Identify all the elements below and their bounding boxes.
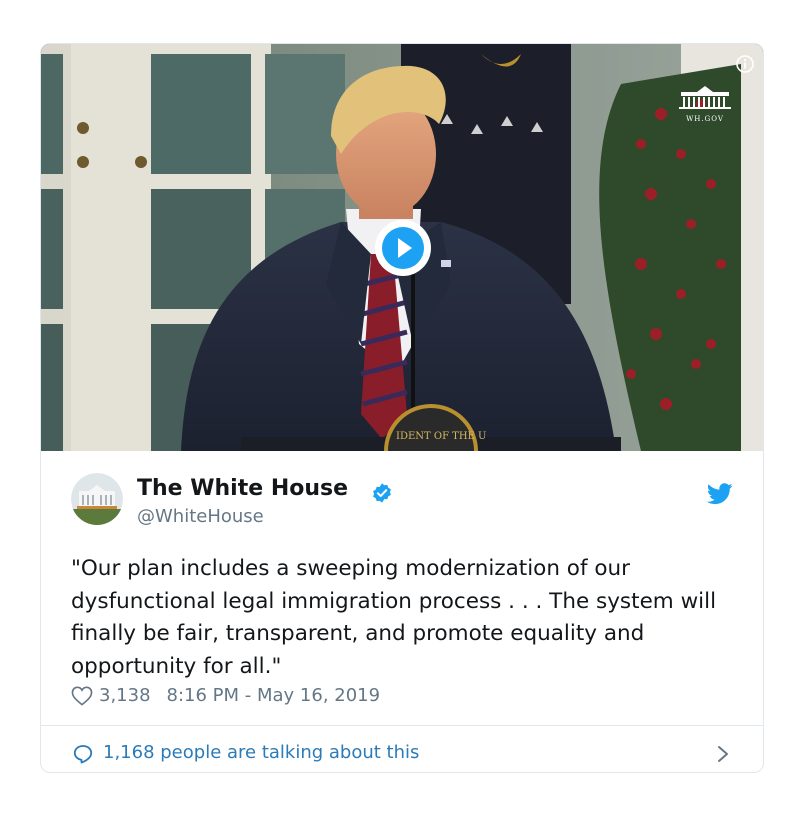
avatar[interactable]: [71, 473, 123, 525]
tweet-text: "Our plan includes a sweeping modernizat…: [71, 556, 717, 679]
chevron-right-icon: [718, 746, 728, 762]
wh-gov-logo-text: WH.GOV: [686, 115, 724, 123]
wh-gov-logo: WH.GOV: [677, 84, 733, 124]
talking-about-label: 1,168 people are talking about this: [103, 742, 420, 763]
verified-badge-icon: [373, 483, 391, 503]
info-icon[interactable]: [735, 54, 755, 74]
play-icon[interactable]: [373, 218, 433, 278]
author-name[interactable]: The White House: [137, 476, 348, 501]
conversation-link[interactable]: 1,168 people are talking about this: [41, 726, 763, 772]
timestamp[interactable]: 8:16 PM - May 16, 2019: [167, 685, 381, 706]
twitter-bird-icon[interactable]: [707, 483, 733, 505]
tweet-meta: 3,138 8:16 PM - May 16, 2019: [71, 685, 380, 706]
podium-seal-text: IDENT OF THE U: [396, 431, 486, 442]
embedded-tweet-card[interactable]: IDENT OF THE U WH.GOV The White House @W…: [40, 43, 764, 773]
white-house-logo-icon: [679, 86, 731, 109]
heart-icon[interactable]: [71, 686, 93, 706]
like-count[interactable]: 3,138: [99, 685, 151, 706]
speech-bubble-icon: [73, 745, 93, 764]
video-thumbnail[interactable]: IDENT OF THE U WH.GOV: [41, 44, 763, 451]
author-handle[interactable]: @WhiteHouse: [137, 506, 264, 527]
